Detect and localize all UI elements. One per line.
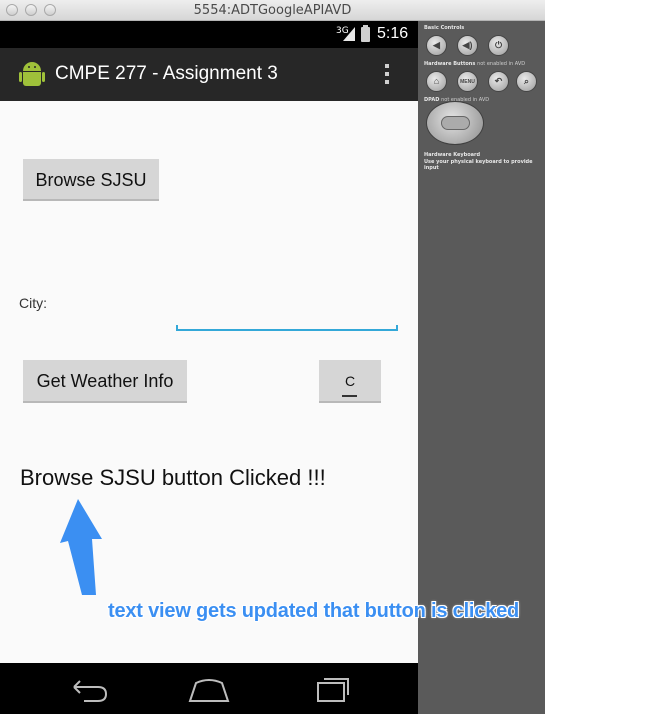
hardware-keyboard-label: Hardware Keyboard xyxy=(424,152,481,158)
window-titlebar: 5554:ADTGoogleAPIAVD xyxy=(0,0,545,21)
signal-icon xyxy=(343,27,355,41)
c-button-label: C xyxy=(344,373,356,389)
app-title: CMPE 277 - Assignment 3 xyxy=(55,63,278,84)
home-icon[interactable] xyxy=(184,671,234,705)
navigation-bar xyxy=(0,663,418,714)
back-icon[interactable] xyxy=(64,671,114,705)
dpad-label: DPAD xyxy=(424,97,440,103)
basic-controls-label: Basic Controls xyxy=(424,25,465,31)
status-time: 5:16 xyxy=(377,25,409,42)
battery-icon xyxy=(361,25,370,42)
volume-down-button[interactable]: ◀ xyxy=(426,35,447,56)
city-input[interactable] xyxy=(176,306,398,331)
menu-hardware-button[interactable]: MENU xyxy=(457,71,478,92)
get-weather-info-button[interactable]: Get Weather Info xyxy=(23,360,187,403)
recent-apps-icon[interactable] xyxy=(308,671,358,705)
dpad-control[interactable] xyxy=(426,101,484,145)
status-bar: 3G 5:16 xyxy=(0,21,418,48)
home-hardware-button[interactable]: ⌂ xyxy=(426,71,447,92)
window-title: 5554:ADTGoogleAPIAVD xyxy=(193,3,352,18)
hardware-buttons-label: Hardware Buttons xyxy=(424,61,476,67)
annotation-arrow-icon xyxy=(60,499,102,595)
status-message-text: Browse SJSU button Clicked !!! xyxy=(20,465,326,490)
power-button[interactable]: ⏻ xyxy=(488,35,509,56)
city-label: City: xyxy=(19,295,47,311)
overflow-menu-icon[interactable] xyxy=(384,64,390,86)
action-bar: CMPE 277 - Assignment 3 xyxy=(0,48,418,101)
hardware-keyboard-note: Use your physical keyboard to provide in… xyxy=(424,159,533,171)
annotation-text: text view gets updated that button is cl… xyxy=(108,600,520,622)
browse-sjsu-button[interactable]: Browse SJSU xyxy=(23,159,159,201)
search-hardware-button[interactable]: ⌕ xyxy=(516,71,537,92)
hardware-buttons-note: not enabled in AVD xyxy=(477,61,526,67)
android-icon xyxy=(19,62,45,88)
c-button[interactable]: C xyxy=(319,360,381,403)
back-hardware-button[interactable]: ↶ xyxy=(488,71,509,92)
volume-up-button[interactable]: ◀) xyxy=(457,35,478,56)
